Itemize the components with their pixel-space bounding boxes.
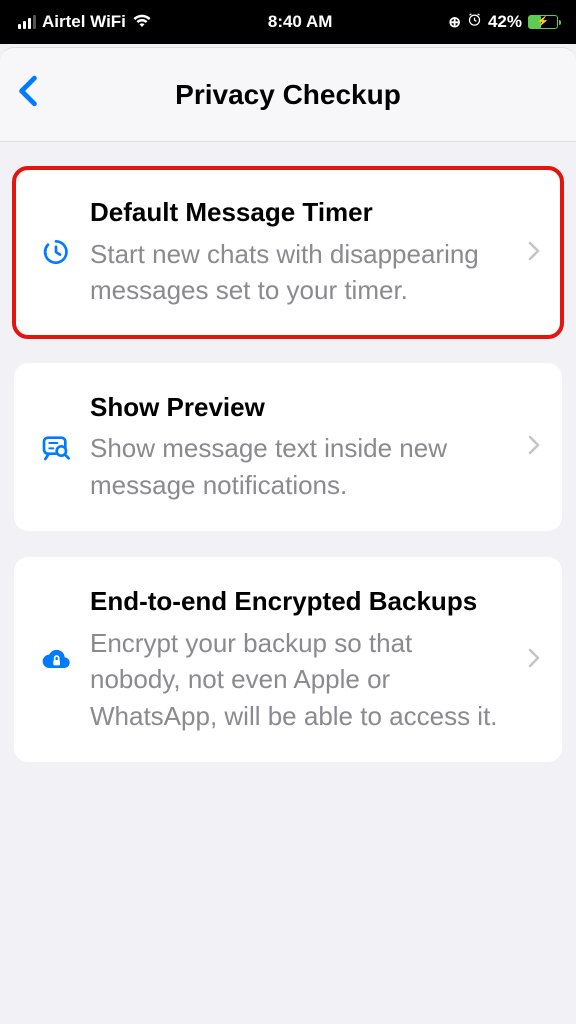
show-preview-row[interactable]: Show Preview Show message text inside ne… [14,363,562,532]
card-title: Show Preview [90,391,508,425]
back-button[interactable] [10,74,46,116]
timer-icon [36,236,76,268]
chevron-right-icon [528,431,540,462]
rotation-lock-icon: ⊕ [448,13,461,31]
alarm-icon [467,12,482,32]
preview-icon [36,431,76,463]
card-description: Start new chats with disappearing messag… [90,236,508,309]
content-area: Default Message Timer Start new chats wi… [0,168,576,762]
cloud-lock-icon [36,644,76,676]
card-description: Show message text inside new message not… [90,430,508,503]
status-right: ⊕ 42% ⚡ [448,12,558,32]
encrypted-backups-row[interactable]: End-to-end Encrypted Backups Encrypt you… [14,557,562,762]
signal-icon [18,15,36,29]
card-body: Show Preview Show message text inside ne… [76,391,528,504]
wifi-icon [132,12,152,33]
status-bar: Airtel WiFi 8:40 AM ⊕ 42% ⚡ [0,0,576,44]
status-time: 8:40 AM [268,12,333,32]
card-body: End-to-end Encrypted Backups Encrypt you… [76,585,528,734]
nav-header: Privacy Checkup [0,47,576,142]
carrier-label: Airtel WiFi [42,12,126,32]
battery-pct: 42% [488,12,522,32]
page-title: Privacy Checkup [16,79,560,111]
card-description: Encrypt your backup so that nobody, not … [90,625,508,734]
chevron-right-icon [528,237,540,268]
battery-icon: ⚡ [528,15,558,29]
chevron-right-icon [528,644,540,675]
card-body: Default Message Timer Start new chats wi… [76,196,528,309]
card-title: Default Message Timer [90,196,508,230]
card-title: End-to-end Encrypted Backups [90,585,508,619]
default-message-timer-row[interactable]: Default Message Timer Start new chats wi… [14,168,562,337]
status-left: Airtel WiFi [18,12,152,33]
